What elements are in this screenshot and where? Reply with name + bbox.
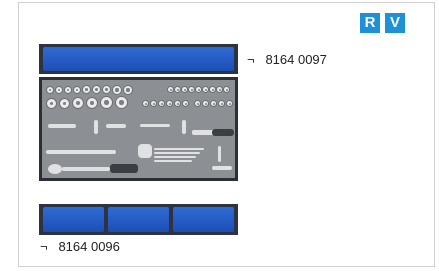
socket-image bbox=[166, 100, 173, 107]
tool-bar-image bbox=[48, 164, 62, 174]
tool-bar-image bbox=[94, 120, 98, 134]
v-badge-icon: V bbox=[385, 13, 405, 33]
socket-image bbox=[142, 100, 149, 107]
tool-bar-image bbox=[48, 124, 76, 128]
tool-bar-image bbox=[62, 167, 110, 171]
socket-image bbox=[102, 85, 111, 94]
socket-image bbox=[59, 98, 70, 109]
socket-image bbox=[174, 86, 181, 93]
tool-bar-image bbox=[154, 152, 200, 154]
socket-image bbox=[194, 100, 201, 107]
tool-handle-image bbox=[212, 129, 234, 136]
blue-foam-segment-1 bbox=[43, 207, 104, 232]
socket-image bbox=[72, 97, 84, 109]
socket-image bbox=[92, 85, 101, 94]
blue-foam-insert bbox=[43, 47, 234, 71]
socket-image bbox=[73, 86, 81, 94]
product-code-8164-0097: ¬ 8164 0097 bbox=[247, 52, 327, 67]
tool-bar-image bbox=[212, 166, 232, 170]
tray-lid-image bbox=[39, 44, 238, 74]
tool-bar-image bbox=[106, 124, 126, 128]
tool-bar-image bbox=[46, 150, 116, 154]
r-badge-icon: R bbox=[360, 13, 380, 33]
socket-image bbox=[112, 85, 122, 95]
socket-image bbox=[150, 100, 157, 107]
socket-image bbox=[174, 100, 181, 107]
socket-image bbox=[86, 97, 98, 109]
socket-image bbox=[46, 98, 57, 109]
product-symbol: ¬ bbox=[247, 52, 255, 67]
socket-image bbox=[100, 96, 113, 109]
product-code: 8164 0097 bbox=[265, 52, 327, 67]
socket-image bbox=[223, 86, 230, 93]
product-symbol: ¬ bbox=[40, 239, 48, 254]
product-code-8164-0096: ¬ 8164 0096 bbox=[40, 239, 120, 254]
product-code: 8164 0096 bbox=[58, 239, 120, 254]
tool-bar-image bbox=[140, 124, 170, 127]
socket-image bbox=[202, 100, 209, 107]
socket-image bbox=[167, 86, 174, 93]
tray-set-image bbox=[39, 204, 238, 235]
blue-foam-segment-2 bbox=[108, 207, 169, 232]
tool-bar-image bbox=[154, 156, 196, 158]
socket-image bbox=[202, 86, 209, 93]
socket-image bbox=[55, 86, 63, 94]
socket-image bbox=[188, 86, 195, 93]
tool-bar-image bbox=[218, 146, 221, 162]
tool-bar-image bbox=[182, 120, 186, 134]
socket-image bbox=[195, 86, 202, 93]
tool-tray-image bbox=[39, 77, 238, 181]
socket-image bbox=[209, 86, 216, 93]
tool-handle-image bbox=[110, 164, 138, 173]
socket-image bbox=[64, 86, 72, 94]
socket-image bbox=[182, 100, 189, 107]
socket-image bbox=[46, 86, 54, 94]
tool-bar-image bbox=[154, 148, 204, 150]
tool-bar-image bbox=[138, 144, 152, 158]
socket-image bbox=[115, 96, 128, 109]
socket-image bbox=[210, 100, 217, 107]
socket-image bbox=[82, 85, 91, 94]
tool-bar-image bbox=[154, 160, 192, 162]
socket-image bbox=[181, 86, 188, 93]
socket-image bbox=[123, 85, 133, 95]
socket-image bbox=[158, 100, 165, 107]
socket-image bbox=[216, 86, 223, 93]
socket-image bbox=[218, 100, 225, 107]
tool-foam-insert bbox=[42, 80, 235, 178]
blue-foam-segment-3 bbox=[173, 207, 234, 232]
socket-image bbox=[226, 100, 233, 107]
